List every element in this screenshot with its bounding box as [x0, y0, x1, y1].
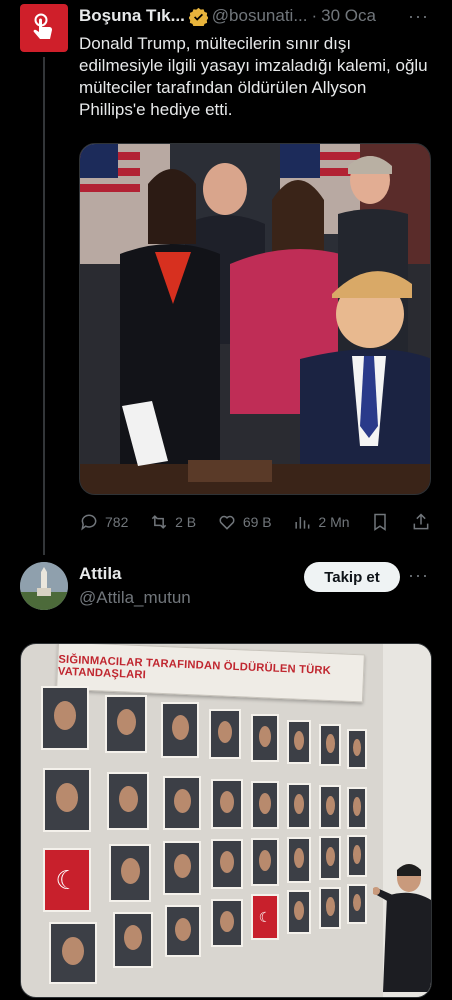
portrait-frame: [209, 709, 241, 759]
portrait-frame: [347, 729, 367, 769]
portrait-frame: [287, 837, 311, 883]
portrait-frame: [251, 714, 279, 762]
portrait-frame: [211, 899, 243, 947]
more-options-icon[interactable]: ···: [408, 6, 429, 27]
portrait-frame: [211, 839, 243, 889]
author-avatar[interactable]: [20, 4, 68, 52]
portrait-frame: [251, 781, 279, 829]
pointer-hand-icon: [33, 13, 52, 39]
verified-badge-icon: [188, 7, 208, 26]
repost-icon: [151, 515, 167, 529]
turkish-flag-frame: ☾: [43, 848, 91, 912]
thread-line: [43, 57, 45, 555]
tweet-date[interactable]: 30 Oca: [321, 6, 376, 26]
portrait-frame: [107, 772, 149, 830]
bookmark-button[interactable]: [370, 512, 390, 532]
portrait-frame: [251, 838, 279, 886]
repost-button[interactable]: 2 B: [149, 512, 196, 532]
repost-count: 2 B: [175, 514, 197, 530]
portrait-frame: [49, 922, 97, 984]
author-handle[interactable]: @bosunati...: [212, 6, 308, 26]
portrait-frame: [347, 787, 367, 829]
portrait-frame: [211, 779, 243, 829]
tweet-header: Boşuna Tık... @bosunati... · 30 Oca: [79, 6, 376, 26]
man-hanging-pictures: [373, 864, 431, 992]
view-count: 2 Mn: [318, 514, 350, 530]
portrait-frame: [163, 776, 201, 830]
portrait-frame: [109, 844, 151, 902]
views-button[interactable]: 2 Mn: [292, 512, 350, 532]
tweet-photo[interactable]: [79, 143, 431, 495]
follow-button[interactable]: Takip et: [304, 562, 400, 592]
share-button[interactable]: [411, 512, 431, 532]
portrait-frame: [43, 768, 91, 832]
author-name[interactable]: Boşuna Tık...: [79, 6, 185, 26]
reply-button[interactable]: 782: [79, 512, 128, 532]
share-icon: [413, 513, 429, 530]
monument-avatar-icon: [20, 562, 68, 610]
reply-icon: [81, 514, 97, 531]
reply-count: 782: [105, 514, 129, 530]
portrait-frame: [41, 686, 89, 750]
bookmark-icon: [374, 513, 386, 531]
reply-author-avatar[interactable]: [20, 562, 68, 610]
photo-wall-banner: SIĞINMACILAR TARAFINDAN ÖLDÜRÜLEN TÜRK V…: [56, 644, 365, 703]
like-button[interactable]: 69 B: [217, 512, 272, 532]
portrait-frame: [347, 835, 367, 877]
reply-author-name[interactable]: Attila: [79, 564, 122, 584]
tweet-actions: 782 2 B 69 B 2 Mn: [79, 510, 431, 534]
portrait-frame: [165, 905, 201, 957]
portrait-frame: [105, 695, 147, 753]
portrait-frame: [287, 720, 311, 764]
portrait-frame: [113, 912, 153, 968]
portrait-frame: [287, 890, 311, 934]
reply-more-options-icon[interactable]: ···: [408, 565, 429, 586]
heart-icon: [219, 515, 235, 530]
reply-author-handle[interactable]: @Attila_mutun: [79, 588, 191, 608]
portrait-frame: [287, 783, 311, 829]
portrait-frame: [319, 887, 341, 929]
views-chart-icon: [295, 517, 310, 529]
portrait-frame: [319, 724, 341, 766]
portrait-frame: [319, 785, 341, 829]
portrait-frame: [163, 841, 201, 895]
portrait-frame: [347, 884, 367, 924]
reply-photo[interactable]: SIĞINMACILAR TARAFINDAN ÖLDÜRÜLEN TÜRK V…: [20, 643, 432, 998]
like-count: 69 B: [242, 514, 272, 530]
tweet-text: Donald Trump, mültecilerin sınır dışı ed…: [79, 34, 428, 119]
portrait-frame: [319, 836, 341, 880]
turkish-flag-frame: ☾: [251, 894, 279, 940]
separator-dot: ·: [311, 6, 318, 25]
signing-ceremony-photo: [80, 144, 430, 494]
portrait-frame: [161, 702, 199, 758]
